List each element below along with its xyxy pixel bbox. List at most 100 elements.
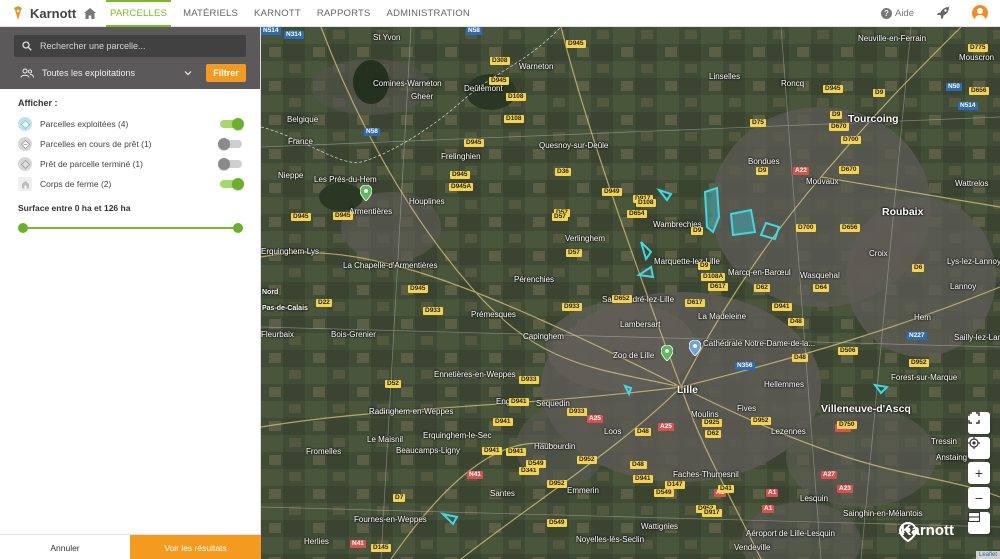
nav-rapports[interactable]: RAPPORTS [309, 0, 379, 27]
road-label: N314 [284, 31, 304, 39]
map-place-label: Capinghem [523, 332, 564, 341]
map-place-label: Nord [262, 289, 279, 296]
map-place-label: Neuville-en-Ferrain [858, 34, 927, 43]
filter-button[interactable]: Filtrer [206, 64, 246, 82]
road-label: A1 [766, 489, 779, 497]
map-place-label: Erquinghem-Lys [261, 247, 319, 256]
road-label: D57 [566, 249, 582, 257]
road-label: A25 [587, 415, 603, 423]
layer-parcelles-pret: Parcelles en cours de prêt (1) [18, 134, 242, 154]
road-label: D670 [839, 166, 859, 174]
road-label: D64 [813, 284, 829, 292]
map-background [261, 27, 1000, 559]
help-icon: ? [880, 7, 892, 19]
loan-layer-icon [18, 137, 32, 151]
road-label: D933 [423, 307, 443, 315]
rocket-icon[interactable] [936, 6, 950, 20]
road-label: D36 [555, 168, 571, 176]
satellite-map[interactable]: St Yvon Comines-Warneton Gheer Warneton Deûl… [261, 27, 1000, 559]
road-label: D341 [519, 467, 539, 475]
road-label: D700 [796, 224, 816, 232]
road-label: D48 [630, 461, 646, 469]
road-label: D549 [547, 519, 567, 527]
karnott-watermark-icon [897, 522, 918, 542]
nav-karnott[interactable]: KARNOTT [246, 0, 309, 27]
map-place-label: Moulins [691, 410, 719, 419]
map-place-label: Anstaing [936, 453, 968, 462]
road-label: D945 [823, 85, 843, 93]
road-label: D945 [450, 171, 470, 179]
map-layers-button[interactable] [968, 512, 990, 534]
leaflet-link[interactable]: Leaflet [979, 552, 997, 558]
map-place-label: Lille [677, 384, 699, 396]
map-place-label: Sainghin-en-Mélantois [843, 509, 923, 518]
show-results-button[interactable]: Voir les résultats [130, 535, 261, 559]
home-button[interactable] [78, 0, 102, 27]
layer-label: Parcelles en cours de prêt (1) [40, 139, 152, 149]
layer-toggle-exploitees[interactable] [220, 118, 244, 130]
nav-materiels[interactable]: MATÉRIELS [175, 0, 246, 27]
map-place-label: Fournes-en-Weppes [354, 515, 427, 524]
map-place-label: France [288, 137, 313, 146]
road-label: A1 [762, 505, 775, 513]
locate-button[interactable] [968, 437, 990, 459]
parcel-layer-icon [18, 117, 32, 131]
road-label: D917 [702, 509, 722, 517]
brand[interactable]: Karnott [0, 5, 78, 21]
layer-toggle-termine[interactable] [218, 158, 242, 170]
search-input[interactable] [40, 41, 240, 51]
nav-parcelles[interactable]: PARCELLES [102, 0, 175, 27]
map-place-label: Sailly-lez-Lannoy [954, 333, 1000, 342]
main-nav: PARCELLES MATÉRIELS KARNOTT RAPPORTS ADM… [102, 0, 478, 27]
road-label: D700 [841, 136, 861, 144]
range-handle-min[interactable] [18, 223, 28, 233]
surface-range-slider[interactable] [18, 219, 243, 237]
road-label: D7 [393, 494, 406, 502]
road-label: D62 [754, 284, 770, 292]
zoom-in-button[interactable]: + [968, 462, 990, 484]
road-label: D941 [506, 448, 526, 456]
map-place-label: Wattignies [641, 522, 679, 531]
map-place-label: Pas-de-Calais [262, 305, 308, 312]
map-place-label: Aéroport de Lille-Lesquin [746, 529, 835, 538]
nav-administration[interactable]: ADMINISTRATION [379, 0, 478, 27]
road-label: N58 [364, 128, 380, 136]
cancel-button[interactable]: Annuler [0, 535, 130, 559]
range-track [23, 227, 237, 229]
map-place-label: Prémesques [471, 310, 516, 319]
road-label: A25 [658, 423, 674, 431]
range-handle-max[interactable] [233, 223, 243, 233]
map-place-label: Ennetières-en-Weppes [434, 370, 516, 379]
fullscreen-button[interactable] [968, 412, 990, 434]
map-place-label: Loos [604, 427, 622, 436]
map-place-label: Frelinghien [441, 152, 481, 161]
layer-toggle-pret[interactable] [218, 138, 242, 150]
farm-pin-icon[interactable] [360, 185, 372, 201]
road-label: D941 [493, 418, 513, 426]
help-label: Aide [894, 7, 914, 19]
layer-toggle-ferme[interactable] [220, 178, 244, 190]
exploitation-select[interactable]: Toutes les exploitations Filtrer [14, 64, 246, 82]
road-label: D945 [489, 77, 509, 85]
map-place-label: Fives [737, 404, 757, 413]
karnott-watermark: Karnott [897, 522, 954, 542]
locate-icon [968, 437, 980, 449]
farm-pin-icon[interactable] [661, 345, 673, 361]
road-label: D108 [636, 199, 656, 207]
panel-footer: Annuler Voir les résultats [0, 534, 261, 559]
road-label: D945 [408, 285, 428, 293]
map-place-label: Bois-Grenier [331, 330, 376, 339]
home-icon [84, 7, 96, 19]
zoom-out-button[interactable]: − [968, 487, 990, 509]
place-pin-icon [689, 340, 701, 356]
road-label: D617 [708, 283, 728, 291]
road-label: D952 [909, 359, 929, 367]
user-avatar[interactable] [972, 5, 988, 21]
panel-body: Afficher : Parcelles exploitées (4) Parc… [0, 89, 260, 237]
road-label: D9 [756, 167, 769, 175]
map-place-label: Deûlémont [464, 84, 503, 93]
road-label: D945 [291, 213, 311, 221]
map-place-label: Villeneuve-d'Ascq [821, 403, 911, 415]
help-link[interactable]: ? Aide [880, 7, 914, 19]
show-label: Afficher : [18, 98, 58, 108]
